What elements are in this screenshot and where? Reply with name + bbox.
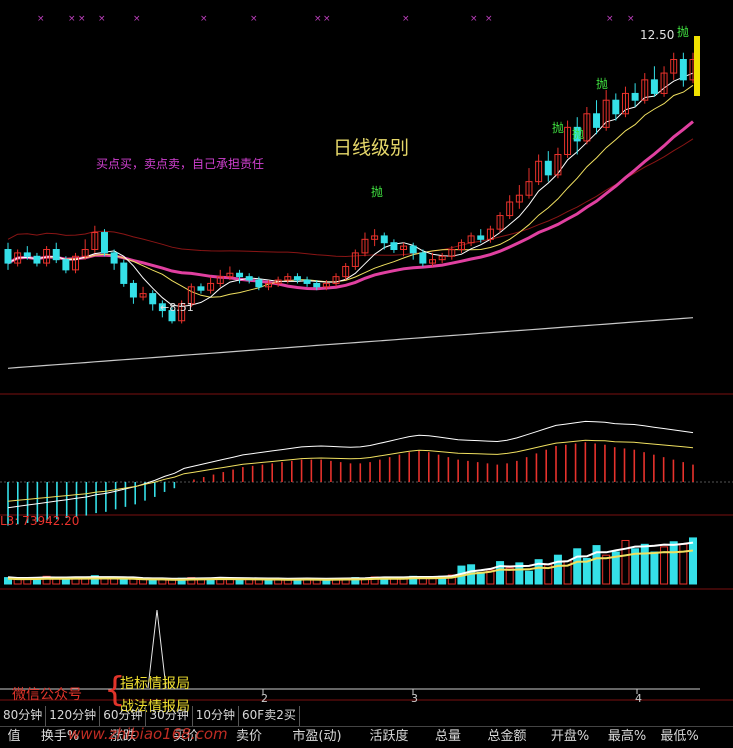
candle (380, 235, 388, 244)
candle (129, 282, 137, 298)
col-activity[interactable]: 活跃度 (354, 727, 424, 748)
signal-mark: × (200, 14, 208, 24)
volume-bar (640, 543, 649, 585)
period-80min[interactable]: 80分钟 (0, 706, 47, 726)
signal-mark: × (98, 14, 106, 24)
candle (110, 252, 118, 264)
volume-bar (524, 570, 533, 585)
candle (197, 286, 205, 291)
candle (33, 255, 41, 264)
candle (477, 235, 485, 240)
volume-bar (621, 539, 630, 585)
volume-label: L3: 73942.20 (0, 514, 79, 528)
candle (631, 92, 639, 101)
col-high[interactable]: 最高% (598, 727, 656, 748)
watermark-site: www.zhibiao168.com (68, 725, 228, 743)
volume-bar (669, 541, 678, 585)
watermark-line1: 指标情报局 (120, 676, 190, 692)
grid-lines: 2 3 4× × × × × × × × × × × × × × (0, 14, 733, 705)
col-open[interactable]: 开盘% (542, 727, 598, 748)
signal-mark: × (250, 14, 258, 24)
volume-bar (553, 554, 562, 585)
candle (4, 249, 12, 264)
signal-mark: × (78, 14, 86, 24)
sell-signal-label: 抛 (596, 76, 608, 91)
period-120min[interactable]: 120分钟 (46, 706, 101, 726)
macd-panel (7, 420, 694, 526)
signal-mark: × (470, 14, 478, 24)
chart-annotation: 买点买，卖点卖，自己承担责任 (96, 157, 264, 171)
sell-signal-label: 抛 (677, 24, 689, 39)
period-30min[interactable]: 30分钟 (146, 706, 193, 726)
candle (544, 160, 552, 176)
candle (120, 262, 128, 284)
candle (313, 282, 321, 288)
current-bar (694, 36, 700, 96)
signal-mark: × (606, 14, 614, 24)
volume-bar (573, 548, 582, 585)
volume-bar (496, 561, 505, 585)
signal-mark: × (627, 14, 635, 24)
col-volume[interactable]: 总量 (424, 727, 472, 748)
sell-signal-label: 抛 (371, 184, 383, 199)
signal-mark: × (485, 14, 493, 24)
ma60-line (7, 317, 694, 369)
candle (409, 245, 417, 254)
candle (23, 252, 31, 257)
volume-bar (689, 537, 697, 585)
sell-signal-label: 抛 (552, 120, 564, 135)
signal-mark: × (68, 14, 76, 24)
period-bar: 80分钟 120分钟 60分钟 30分钟 10分钟 60F卖2买 (0, 706, 300, 726)
candle (236, 272, 244, 278)
time-tick-label: 3 (411, 692, 418, 705)
high-price-label: 12.50 (640, 28, 674, 42)
volume-bar (650, 551, 659, 585)
candle (303, 279, 311, 284)
price-panel: 12.50←8.51抛抛 抛抛抛 (4, 24, 700, 369)
candle (293, 276, 301, 281)
candle (419, 252, 427, 264)
candle (245, 276, 253, 281)
signal-mark: × (402, 14, 410, 24)
candle (390, 242, 398, 250)
candle (62, 259, 70, 271)
volume-bar (602, 554, 611, 585)
sell-signal-label: 抛 (572, 126, 584, 141)
chart-title: 日线级别 (333, 137, 409, 159)
candle (52, 249, 60, 261)
time-tick-label: 2 (261, 692, 268, 705)
candle (593, 113, 601, 128)
signal-mark: × (323, 14, 331, 24)
col-low[interactable]: 最低% (656, 727, 703, 748)
candle (255, 279, 263, 288)
signal-mark: × (37, 14, 45, 24)
volume-bar (476, 571, 485, 585)
candle (612, 99, 620, 115)
low-price-label: ←8.51 (160, 301, 194, 314)
volume-bar (110, 578, 119, 585)
candle (679, 59, 687, 81)
candle (650, 79, 658, 94)
col-value[interactable]: 值 (0, 727, 28, 748)
wechat-label: 微信公众号 (12, 687, 82, 703)
col-pe[interactable]: 市盈(动) (280, 727, 354, 748)
period-60f[interactable]: 60F卖2买 (239, 706, 300, 726)
period-60min[interactable]: 60分钟 (100, 706, 147, 726)
candle (149, 293, 157, 305)
volume-panel (4, 537, 697, 585)
chart-canvas: 2 3 4× × × × × × × × × × × × × × 12.50←8.51抛抛 抛抛抛 日线级别 买… (0, 14, 733, 705)
candle (100, 232, 108, 254)
volume-bar (679, 543, 688, 585)
period-10min[interactable]: 10分钟 (193, 706, 240, 726)
signal-mark: × (314, 14, 322, 24)
signal-mark: × (133, 14, 141, 24)
time-tick-label: 4 (635, 692, 642, 705)
ma5-line (7, 72, 694, 308)
col-amount[interactable]: 总金额 (472, 727, 542, 748)
